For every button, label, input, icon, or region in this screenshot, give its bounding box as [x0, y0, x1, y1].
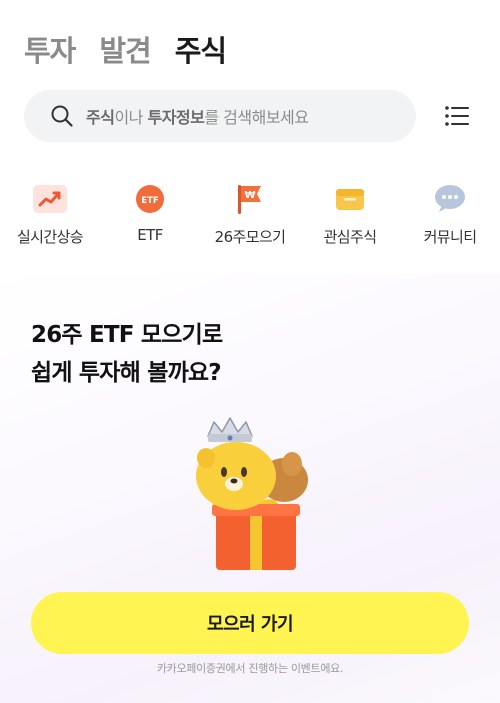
search-row: 주식이나 투자정보를 검색해보세요	[24, 90, 476, 142]
quick-item-watchlist[interactable]: 관심주식	[300, 182, 400, 247]
promo-title: 26주 ETF 모으기로 쉽게 투자해 볼까요?	[31, 316, 223, 392]
promo-title-line2: 쉽게 투자해 볼까요?	[31, 360, 222, 386]
tab-stocks[interactable]: 주식	[175, 28, 227, 70]
etf-icon: ETF	[133, 182, 167, 216]
quick-menu: 실시간상승 ETF ETF ₩ 26주모으기 관심주식 커뮤니티	[0, 182, 500, 247]
quick-label-watchlist: 관심주식	[323, 228, 377, 246]
quick-label-etf: ETF	[137, 226, 163, 244]
event-footnote: 카카오페이증권에서 진행하는 이벤트에요.	[156, 662, 344, 675]
list-menu-icon[interactable]	[444, 103, 470, 129]
quick-item-etf[interactable]: ETF ETF	[100, 182, 200, 247]
mascot-with-gift-illustration	[196, 417, 308, 570]
quick-label-26week: 26주모으기	[214, 228, 286, 246]
promo-title-line1: 26주 ETF 모으기로	[31, 322, 223, 348]
flag-icon: ₩	[233, 182, 267, 216]
svg-text:ETF: ETF	[141, 196, 159, 206]
quick-label-community: 커뮤니티	[423, 228, 477, 246]
tab-discover[interactable]: 발견	[99, 28, 151, 70]
promo-banner: 26주 ETF 모으기로 쉽게 투자해 볼까요? 모으러 가기 카카오페이증권에…	[0, 274, 500, 703]
trending-up-icon	[33, 182, 67, 216]
gather-cta-button[interactable]: 모으러 가기	[31, 592, 469, 654]
search-placeholder: 주식이나 투자정보를 검색해보세요	[86, 108, 309, 127]
svg-text:₩: ₩	[244, 190, 255, 201]
quick-label-realtime-rising: 실시간상승	[16, 228, 84, 246]
top-tabs: 투자 발견 주식	[24, 28, 227, 70]
quick-item-community[interactable]: 커뮤니티	[400, 182, 500, 247]
quick-item-realtime-rising[interactable]: 실시간상승	[0, 182, 100, 247]
search-input[interactable]: 주식이나 투자정보를 검색해보세요	[24, 90, 416, 142]
quick-item-26week[interactable]: ₩ 26주모으기	[200, 182, 300, 247]
chat-bubble-icon	[433, 182, 467, 216]
wallet-icon	[333, 182, 367, 216]
search-icon	[51, 105, 73, 127]
tab-invest[interactable]: 투자	[24, 28, 76, 70]
